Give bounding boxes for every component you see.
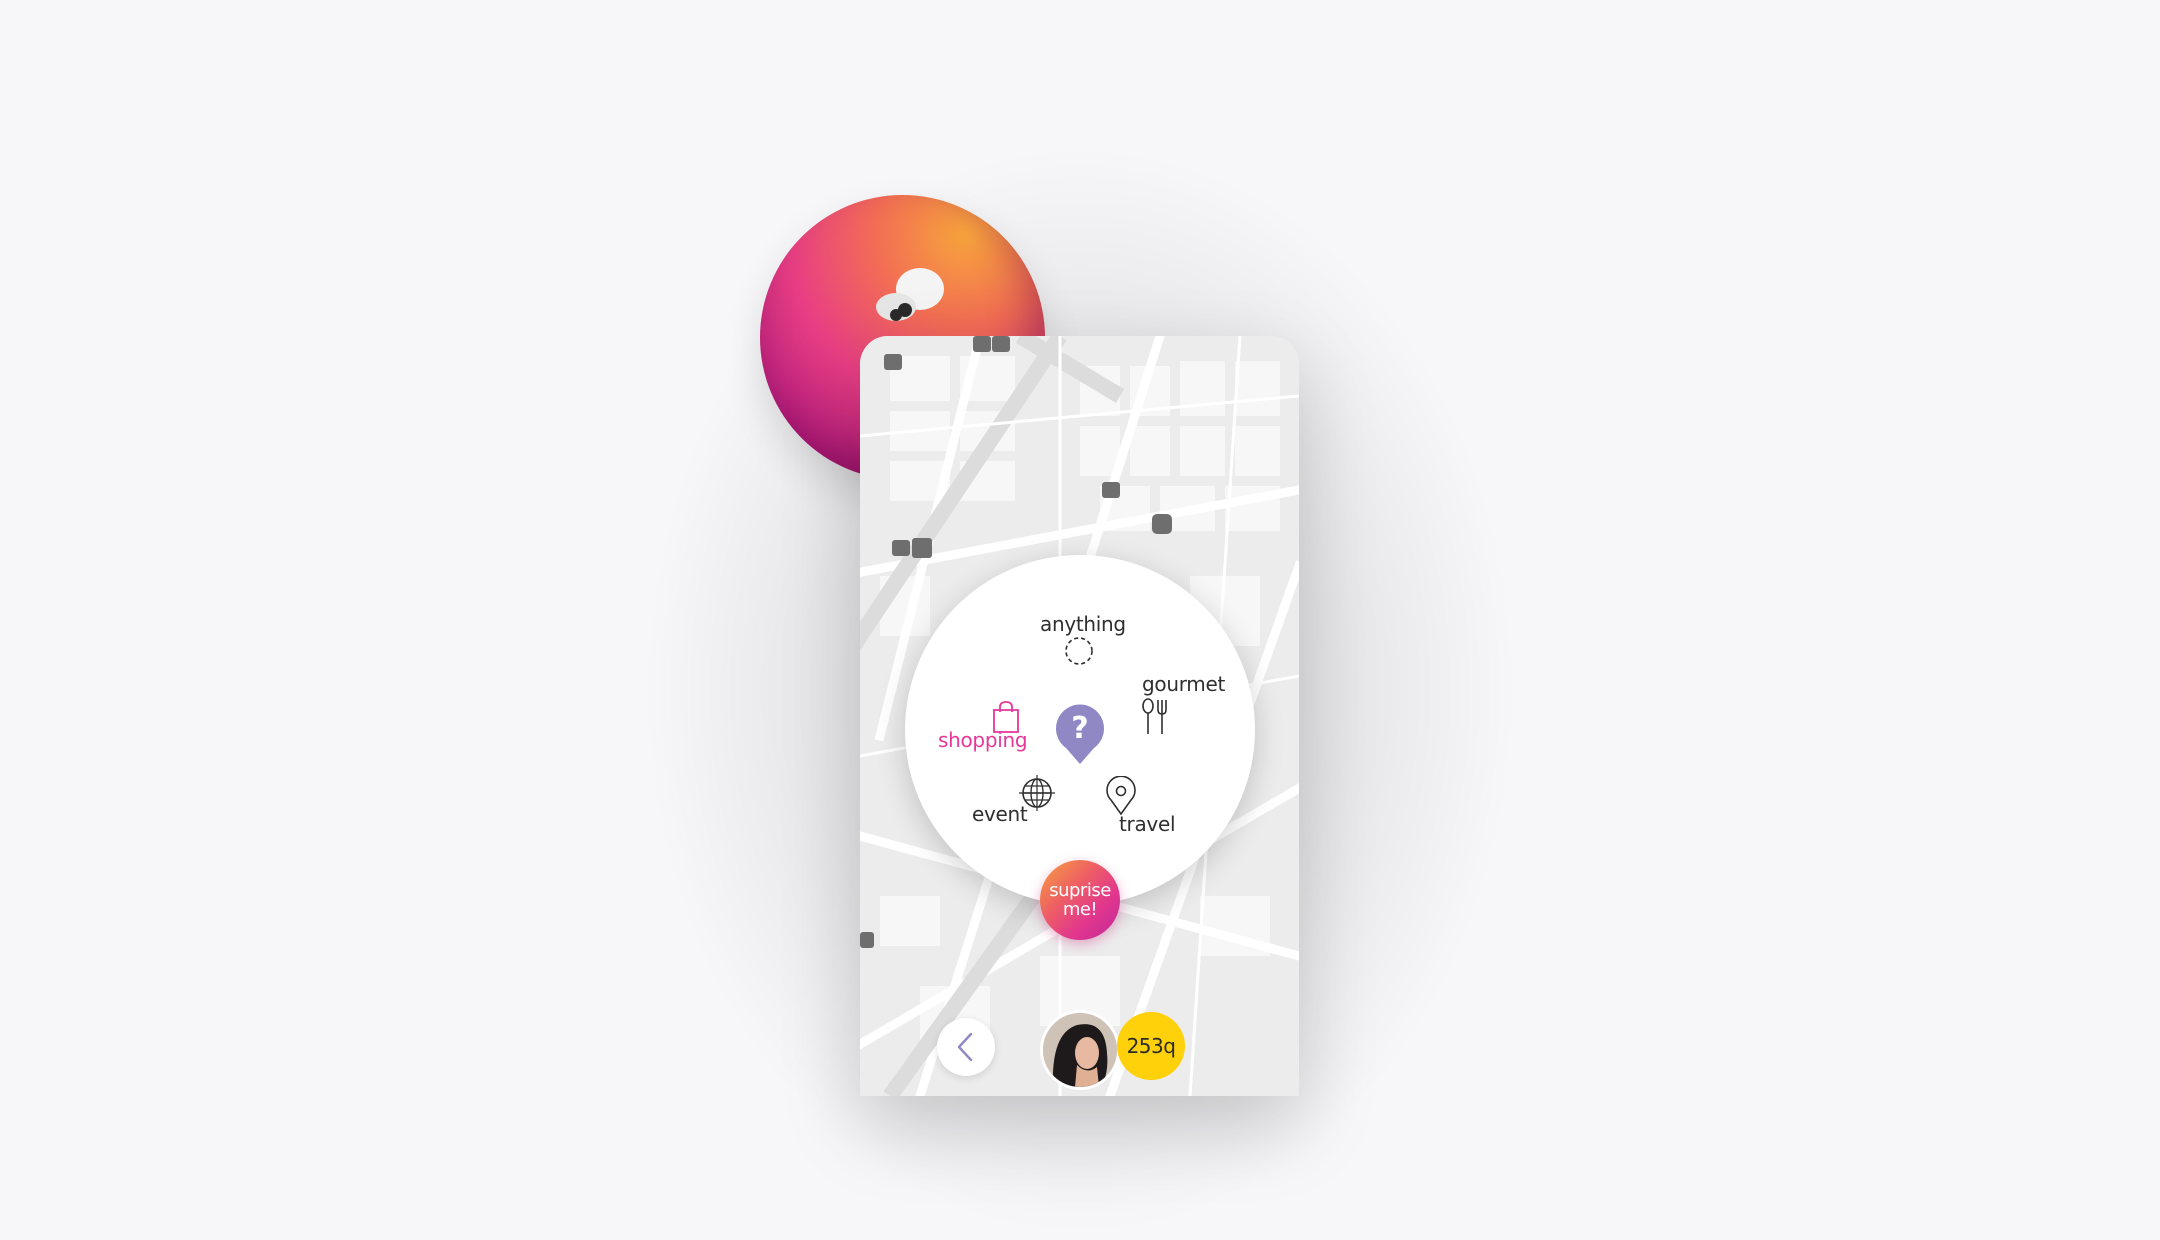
surprise-me-label: suprise me! [1049, 880, 1111, 920]
dashed-circle-icon[interactable] [1064, 636, 1094, 666]
coin-balance-value: 253q [1126, 1034, 1176, 1058]
question-pin-icon: ? [1056, 704, 1104, 764]
option-event-label[interactable]: event [972, 802, 1028, 826]
surprise-me-button[interactable]: suprise me! [1040, 860, 1120, 940]
option-shopping-label[interactable]: shopping [938, 728, 1028, 752]
back-button[interactable] [937, 1018, 995, 1076]
app-logo-icon [876, 268, 944, 321]
chevron-left-icon [957, 1032, 973, 1062]
coin-balance-badge[interactable]: 253q [1117, 1012, 1185, 1080]
option-travel-label[interactable]: travel [1119, 812, 1176, 836]
option-anything-label[interactable]: anything [1040, 612, 1126, 636]
fork-spoon-icon[interactable] [1141, 698, 1171, 736]
avatar-portrait [1043, 1013, 1117, 1087]
pin-question-mark: ? [1071, 711, 1088, 746]
location-pin-icon[interactable] [1104, 776, 1138, 816]
option-gourmet-label[interactable]: gourmet [1142, 672, 1225, 696]
user-avatar[interactable] [1040, 1010, 1120, 1090]
